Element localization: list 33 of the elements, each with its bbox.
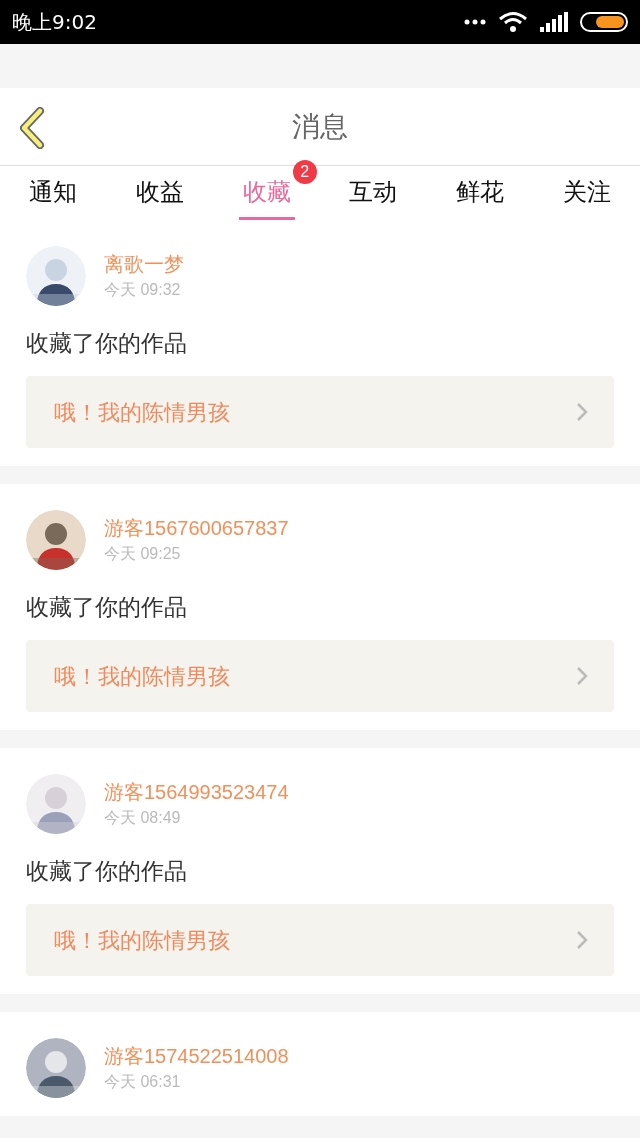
back-icon[interactable] [18,107,46,149]
signal-icon [540,12,568,32]
tab[interactable]: 鲜花 [452,166,508,220]
tab[interactable]: 通知 [25,166,82,220]
work-title: 哦！我的陈情男孩 [54,662,230,691]
message-text: 收藏了你的作品 [26,593,188,622]
battery-icon [580,12,628,32]
message-time: 今天 09:32 [104,280,182,300]
message-time: 今天 06:31 [104,1072,182,1092]
work-link[interactable]: 哦！我的陈情男孩 [26,904,614,976]
tab[interactable]: 收益 [132,166,188,220]
message-text: 收藏了你的作品 [26,329,188,358]
user-name[interactable]: 离歌一梦 [104,250,184,278]
tab[interactable]: 关注 [558,166,615,220]
wifi-icon [498,11,528,33]
work-title: 哦！我的陈情男孩 [54,398,230,427]
chevron-icon [576,930,588,950]
status-time: 晚上9:02 [12,9,97,36]
work-link[interactable]: 哦！我的陈情男孩 [26,640,614,712]
more-icon [464,19,486,25]
user-name[interactable]: 游客1574522514008 [104,1042,289,1070]
user-name[interactable]: 游客1564993523474 [104,778,289,806]
page-title: 消息 [292,109,348,144]
work-link[interactable]: 哦！我的陈情男孩 [26,376,614,448]
user-name[interactable]: 游客1567600657837 [104,514,289,542]
chevron-icon [576,666,588,686]
tab[interactable]: 互动 [345,166,402,220]
message-time: 今天 09:25 [104,544,182,564]
message-text: 收藏了你的作品 [26,857,188,886]
work-title: 哦！我的陈情男孩 [54,926,230,955]
chevron-icon [576,402,588,422]
message-time: 今天 08:49 [104,808,182,828]
count-badge: 2 [292,160,317,184]
